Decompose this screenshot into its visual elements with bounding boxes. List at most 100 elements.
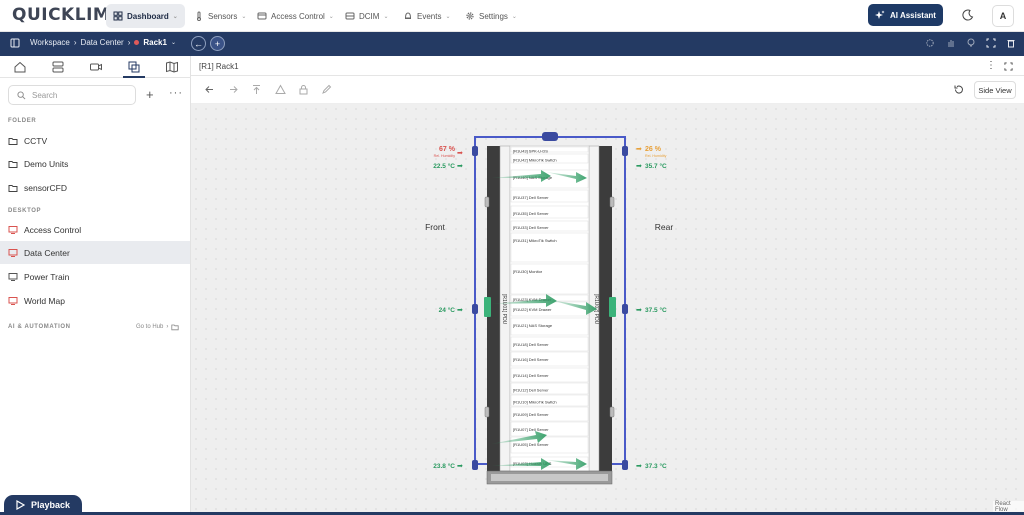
fullscreen-icon[interactable] bbox=[986, 38, 996, 48]
home-icon[interactable] bbox=[13, 60, 27, 74]
arrow-left-icon: ← bbox=[194, 38, 203, 49]
breadcrumb-datacenter[interactable]: Data Center bbox=[81, 38, 124, 47]
device-label: [R1U09] Dell Server bbox=[513, 412, 549, 417]
arrow-right-icon[interactable] bbox=[228, 84, 239, 95]
sensor-puck[interactable] bbox=[472, 304, 478, 314]
desktop-label: Data Center bbox=[24, 247, 70, 258]
breadcrumb-rack[interactable]: Rack1 bbox=[143, 38, 167, 47]
back-button[interactable]: ← bbox=[191, 36, 206, 51]
device-label: [R1U18] Dell Server bbox=[513, 342, 549, 347]
desktop-section-header: DESKTOP bbox=[8, 208, 42, 214]
nav-label: Sensors bbox=[208, 11, 238, 21]
monitor-icon bbox=[8, 225, 18, 234]
monitor-icon bbox=[8, 248, 18, 257]
sensor-puck[interactable] bbox=[472, 460, 478, 470]
panel-header: [R1] Rack1 ⋮ bbox=[191, 56, 1024, 76]
add-button[interactable]: + bbox=[210, 36, 225, 51]
chevron-down-icon: ⌄ bbox=[445, 13, 451, 20]
go-to-hub-link[interactable]: Go to Hub › bbox=[136, 323, 179, 331]
desktop-item-power-train[interactable]: Power Train bbox=[0, 265, 190, 288]
temp-arrow-icon: ➡ bbox=[457, 163, 463, 170]
front-mid-temp: 24 °C bbox=[439, 306, 456, 314]
rack-base-inner bbox=[491, 474, 608, 481]
pencil-icon[interactable] bbox=[321, 84, 332, 95]
folder-item-sensorcfd[interactable]: sensorCFD bbox=[0, 176, 190, 199]
play-icon bbox=[16, 500, 25, 510]
nav-dcim[interactable]: DCIM ⌄ bbox=[338, 4, 395, 28]
chevron-right-icon: › bbox=[166, 324, 169, 330]
nav-events[interactable]: Events ⌄ bbox=[396, 4, 458, 28]
sensor-puck[interactable] bbox=[622, 146, 628, 156]
bulb-icon[interactable] bbox=[966, 38, 976, 48]
gear-icon[interactable] bbox=[925, 38, 935, 48]
more-vertical-icon[interactable]: ⋮ bbox=[986, 60, 996, 71]
desktop-item-world-map[interactable]: World Map bbox=[0, 289, 190, 312]
monitor-icon bbox=[8, 272, 18, 281]
playback-label: Playback bbox=[30, 500, 71, 510]
refresh-icon[interactable] bbox=[953, 84, 964, 95]
front-label: Front bbox=[425, 222, 445, 232]
trash-icon[interactable] bbox=[1006, 38, 1016, 48]
temp-arrow-icon: ➡ bbox=[636, 307, 642, 314]
tab-layers[interactable] bbox=[123, 60, 145, 78]
sidebar: Search + ··· FOLDER CCTV Demo Units sens… bbox=[0, 56, 191, 512]
avatar[interactable]: A bbox=[992, 5, 1014, 27]
layers-icon bbox=[128, 61, 140, 73]
plus-icon: + bbox=[214, 38, 221, 49]
temp-arrow-icon: ➡ bbox=[636, 163, 642, 170]
nav-dashboard[interactable]: Dashboard ⌄ bbox=[106, 4, 185, 28]
chevron-down-icon: ⌄ bbox=[383, 13, 389, 20]
device-label: [R1U05] Dell Server bbox=[513, 442, 549, 447]
pdu-switch-left bbox=[484, 297, 491, 317]
search-icon bbox=[17, 90, 26, 99]
gear-icon bbox=[466, 12, 474, 20]
nav-access-control[interactable]: Access Control ⌄ bbox=[250, 4, 341, 28]
humidity-arrow-icon: ➡ bbox=[636, 146, 642, 153]
desktop-item-access-control[interactable]: Access Control bbox=[0, 218, 190, 241]
folder-section-header: FOLDER bbox=[8, 118, 37, 124]
breadcrumb-workspace[interactable]: Workspace bbox=[30, 38, 70, 47]
fullscreen-icon[interactable] bbox=[1004, 62, 1013, 71]
folder-item-demo-units[interactable]: Demo Units bbox=[0, 152, 190, 175]
hand-icon[interactable] bbox=[946, 38, 956, 48]
map-icon[interactable] bbox=[165, 60, 179, 74]
top-sensor-handle[interactable] bbox=[542, 132, 558, 141]
sidebar-toggle[interactable] bbox=[10, 38, 20, 48]
rack-canvas[interactable]: Front Rear [R1U01] PDU [R1U02] PDU [R1U4… bbox=[191, 104, 1024, 512]
folder-icon bbox=[8, 184, 18, 192]
nav-label: Dashboard bbox=[127, 11, 169, 21]
nav-sensors[interactable]: Sensors ⌄ bbox=[187, 4, 253, 28]
chevron-down-icon: ⌄ bbox=[170, 40, 176, 46]
folder-icon bbox=[8, 137, 18, 145]
folder-item-cctv[interactable]: CCTV bbox=[0, 129, 190, 152]
arrow-up-to-top-icon[interactable] bbox=[251, 84, 262, 95]
card-icon bbox=[257, 12, 267, 20]
status-dot-icon bbox=[134, 40, 140, 45]
folder-label: CCTV bbox=[24, 135, 48, 146]
sensor-puck[interactable] bbox=[622, 304, 628, 314]
warning-icon[interactable] bbox=[275, 84, 286, 95]
more-options-button[interactable]: ··· bbox=[169, 87, 183, 99]
add-item-button[interactable]: + bbox=[146, 87, 154, 102]
moon-icon[interactable] bbox=[962, 9, 974, 21]
side-view-button[interactable]: Side View bbox=[974, 81, 1016, 99]
device-label: [R1U30] Monitor bbox=[513, 269, 543, 274]
pdu-left-label: [R1U01] PDU bbox=[501, 294, 507, 325]
camera-icon[interactable] bbox=[89, 60, 103, 74]
sensor-puck[interactable] bbox=[622, 460, 628, 470]
sidebar-toggle-icon bbox=[10, 38, 20, 48]
ai-assistant-button[interactable]: AI Assistant bbox=[868, 4, 943, 26]
arrow-left-icon[interactable] bbox=[204, 84, 215, 95]
folder-label: Demo Units bbox=[24, 158, 69, 169]
search-input[interactable]: Search bbox=[8, 85, 136, 105]
nav-settings[interactable]: Settings ⌄ bbox=[458, 4, 524, 28]
rack-icon[interactable] bbox=[51, 60, 65, 74]
sensor-puck[interactable] bbox=[472, 146, 478, 156]
rack-handle bbox=[484, 406, 490, 418]
nav-label: Events bbox=[417, 11, 442, 21]
rear-bot-temp: 37.3 °C bbox=[645, 462, 667, 470]
lock-icon[interactable] bbox=[298, 84, 309, 95]
desktop-item-data-center[interactable]: Data Center bbox=[0, 241, 190, 264]
rear-top-humidity: 26 % bbox=[645, 146, 662, 153]
rack-toolbar: Side View bbox=[191, 76, 1024, 104]
